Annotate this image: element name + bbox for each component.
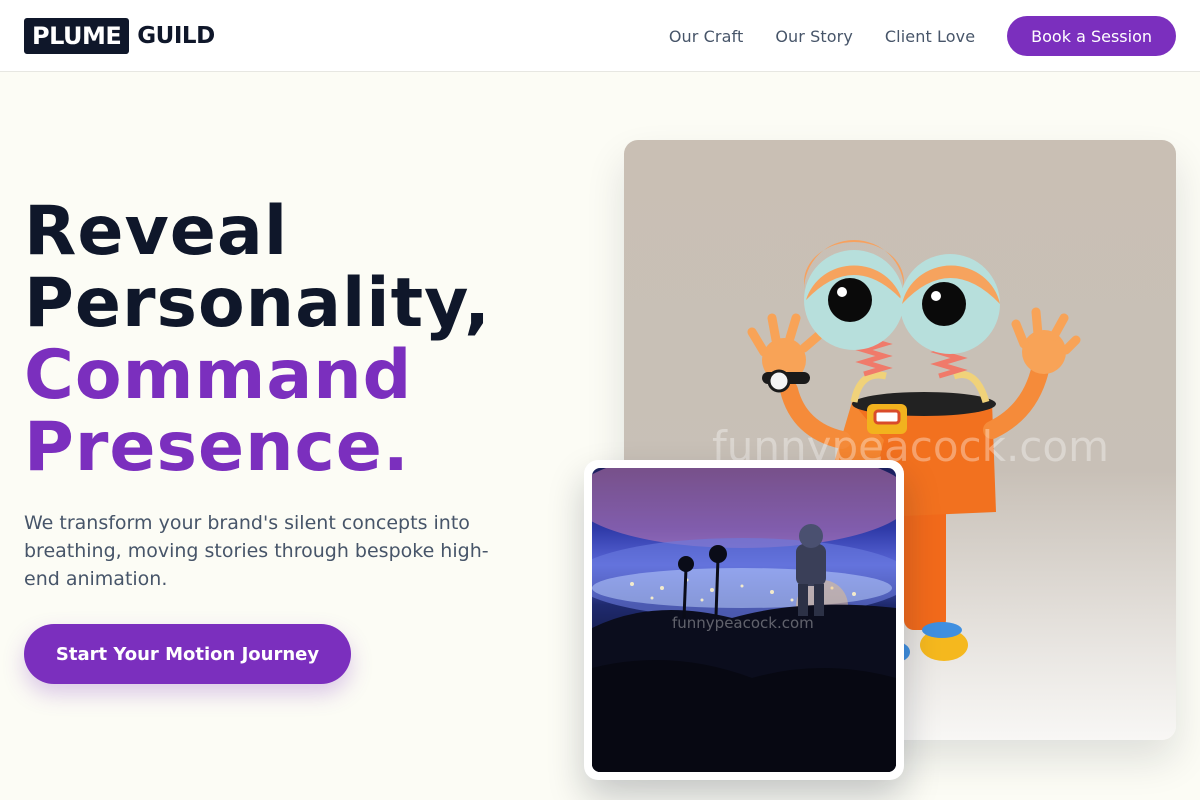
book-session-button[interactable]: Book a Session — [1007, 16, 1176, 56]
headline-line-personality: Personality, — [24, 264, 491, 343]
secondary-image-frame: funnypeacock.com — [584, 460, 904, 780]
hero-subtext: We transform your brand's silent concept… — [24, 512, 489, 590]
site-header: PLUME GUILD Our Craft Our Story Client L… — [0, 0, 1200, 72]
astronaut-city-image: funnypeacock.com — [592, 468, 896, 772]
logo-text: GUILD — [137, 23, 215, 49]
secondary-image-watermark: funnypeacock.com — [672, 614, 814, 632]
nav-link-client-love[interactable]: Client Love — [885, 27, 975, 46]
headline-line-presence: Presence. — [24, 408, 410, 487]
logo-box-text: PLUME — [24, 18, 130, 54]
hero-headline: Reveal Personality, Command Presence. — [24, 196, 584, 484]
start-motion-journey-button[interactable]: Start Your Motion Journey — [24, 624, 351, 684]
nav-link-our-craft[interactable]: Our Craft — [669, 27, 743, 46]
headline-line-command: Command — [24, 336, 413, 415]
headline-line-reveal: Reveal — [24, 192, 289, 271]
nav-link-our-story[interactable]: Our Story — [775, 27, 853, 46]
brand-logo[interactable]: PLUME GUILD — [24, 18, 215, 54]
main-nav: Our Craft Our Story Client Love Book a S… — [669, 16, 1176, 56]
